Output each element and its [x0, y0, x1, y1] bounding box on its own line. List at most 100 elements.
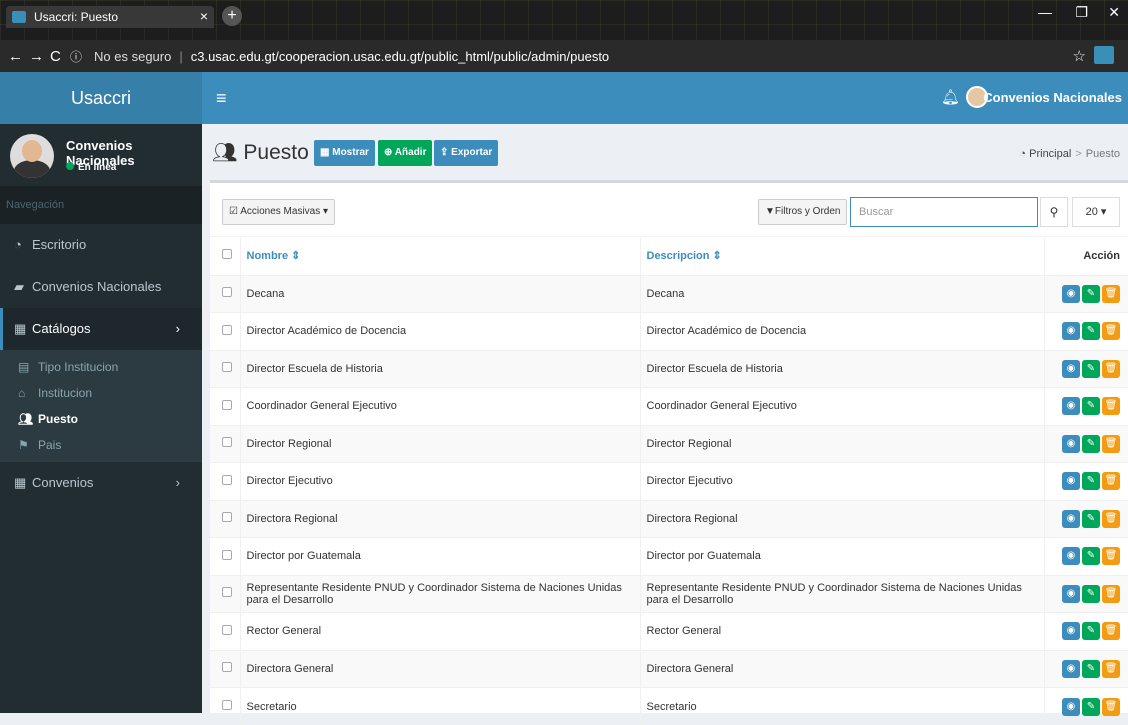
table-header-row: Nombre ⇕ Descripcion ⇕ Acción — [210, 237, 1128, 275]
bank-icon: ⌂ — [18, 380, 38, 406]
address-bar: ←→C ⓘ No es seguro | c3.usac.edu.gt/coop… — [0, 40, 1128, 72]
delete-trash-icon[interactable]: 🗑︎ — [1102, 360, 1120, 378]
delete-trash-icon[interactable]: 🗑︎ — [1102, 472, 1120, 490]
extension-icon[interactable] — [1094, 46, 1114, 64]
bulk-actions-button[interactable]: ☑ Acciones Masivas ▾ — [222, 199, 335, 225]
delete-trash-icon[interactable]: 🗑︎ — [1102, 397, 1120, 415]
delete-trash-icon[interactable]: 🗑︎ — [1102, 585, 1120, 603]
nav-header: Navegación — [0, 186, 202, 224]
menu-toggle-icon[interactable]: ≡ — [216, 88, 227, 109]
edit-pencil-icon[interactable]: ✎ — [1082, 397, 1100, 415]
row-checkbox[interactable] — [222, 550, 232, 560]
row-checkbox[interactable] — [222, 475, 232, 485]
row-checkbox[interactable] — [222, 287, 232, 297]
grid-icon: ▦ — [14, 462, 32, 504]
edit-pencil-icon[interactable]: ✎ — [1082, 510, 1100, 528]
view-eye-icon[interactable]: ◉ — [1062, 660, 1080, 678]
view-eye-icon[interactable]: ◉ — [1062, 622, 1080, 640]
close-tab-icon[interactable]: × — [200, 8, 208, 24]
column-nombre[interactable]: Nombre ⇕ — [240, 237, 640, 275]
row-checkbox[interactable] — [222, 400, 232, 410]
row-checkbox[interactable] — [222, 512, 232, 522]
delete-trash-icon[interactable]: 🗑︎ — [1102, 510, 1120, 528]
row-checkbox[interactable] — [222, 700, 232, 710]
url-text[interactable]: c3.usac.edu.gt/cooperacion.usac.edu.gt/p… — [191, 49, 609, 64]
delete-trash-icon[interactable]: 🗑︎ — [1102, 435, 1120, 453]
view-eye-icon[interactable]: ◉ — [1062, 435, 1080, 453]
new-tab-button[interactable]: + — [222, 6, 242, 26]
view-eye-icon[interactable]: ◉ — [1062, 285, 1080, 303]
mostrar-button[interactable]: ▦ Mostrar — [314, 140, 375, 166]
row-actions: ◉✎🗑︎ — [1044, 538, 1128, 576]
edit-pencil-icon[interactable]: ✎ — [1082, 435, 1100, 453]
search-icon[interactable]: ⚲ — [1040, 197, 1068, 227]
view-eye-icon[interactable]: ◉ — [1062, 397, 1080, 415]
column-descripcion[interactable]: Descripcion ⇕ — [640, 237, 1044, 275]
row-checkbox[interactable] — [222, 437, 232, 447]
edit-pencil-icon[interactable]: ✎ — [1082, 547, 1100, 565]
sidebar-item-convenios-nacionales[interactable]: ▰Convenios Nacionales — [0, 266, 202, 308]
bookmark-star-icon[interactable]: ☆ — [1073, 47, 1086, 65]
view-eye-icon[interactable]: ◉ — [1062, 510, 1080, 528]
view-eye-icon[interactable]: ◉ — [1062, 472, 1080, 490]
delete-trash-icon[interactable]: 🗑︎ — [1102, 547, 1120, 565]
edit-pencil-icon[interactable]: ✎ — [1082, 472, 1100, 490]
sidebar-item-convenios[interactable]: ▦Convenios› — [0, 462, 202, 504]
edit-pencil-icon[interactable]: ✎ — [1082, 360, 1100, 378]
delete-trash-icon[interactable]: 🗑︎ — [1102, 322, 1120, 340]
row-checkbox[interactable] — [222, 325, 232, 335]
table-row: Director EjecutivoDirector Ejecutivo◉✎🗑︎ — [210, 463, 1128, 501]
delete-trash-icon[interactable]: 🗑︎ — [1102, 622, 1120, 640]
row-actions: ◉✎🗑︎ — [1044, 463, 1128, 501]
cell-descripcion: Director Regional — [640, 425, 1044, 463]
cell-descripcion: Director Académico de Docencia — [640, 313, 1044, 351]
row-checkbox[interactable] — [222, 625, 232, 635]
maximize-icon[interactable]: ❐ — [1075, 4, 1088, 21]
minimize-icon[interactable]: — — [1038, 4, 1052, 20]
add-button[interactable]: ⊕ Añadir — [378, 140, 432, 166]
breadcrumb-home[interactable]: Principal — [1029, 148, 1071, 160]
sidebar-subitem-puesto[interactable]: 👥︎Puesto — [0, 406, 202, 432]
edit-pencil-icon[interactable]: ✎ — [1082, 322, 1100, 340]
row-checkbox[interactable] — [222, 662, 232, 672]
edit-pencil-icon[interactable]: ✎ — [1082, 285, 1100, 303]
export-button[interactable]: ⇪ Exportar — [434, 140, 498, 166]
sidebar-item-escritorio[interactable]: ◔Escritorio — [0, 224, 202, 266]
sidebar-subitem-pais[interactable]: ⚑Pais — [0, 432, 202, 458]
view-eye-icon[interactable]: ◉ — [1062, 360, 1080, 378]
user-menu-name[interactable]: Convenios Nacionales — [983, 90, 1122, 105]
sidebar-item-catalogos[interactable]: ▦Catálogos› — [0, 308, 202, 350]
delete-trash-icon[interactable]: 🗑︎ — [1102, 285, 1120, 303]
sidebar-subitem-tipo-institucion[interactable]: ▤Tipo Institucion — [0, 354, 202, 380]
select-all-checkbox[interactable] — [222, 249, 232, 259]
user-status: En línea — [66, 162, 116, 173]
grid-icon: ▦ — [14, 308, 32, 350]
subitem-label: Tipo Institucion — [38, 360, 118, 374]
view-eye-icon[interactable]: ◉ — [1062, 585, 1080, 603]
view-eye-icon[interactable]: ◉ — [1062, 322, 1080, 340]
filters-button[interactable]: ▼Filtros y Orden — [758, 199, 847, 225]
edit-pencil-icon[interactable]: ✎ — [1082, 660, 1100, 678]
edit-pencil-icon[interactable]: ✎ — [1082, 622, 1100, 640]
browser-tab[interactable]: Usaccri: Puesto × — [6, 6, 214, 28]
edit-pencil-icon[interactable]: ✎ — [1082, 585, 1100, 603]
chevron-right-icon: › — [176, 308, 180, 350]
nav-buttons[interactable]: ←→C — [0, 48, 70, 65]
app-logo[interactable]: Usaccri — [0, 72, 202, 124]
bell-icon[interactable]: 🔔︎ — [941, 88, 960, 106]
table-row: SecretarioSecretario◉✎🗑︎ — [210, 688, 1128, 725]
sidebar-subitem-institucion[interactable]: ⌂Institucion — [0, 380, 202, 406]
view-eye-icon[interactable]: ◉ — [1062, 547, 1080, 565]
row-checkbox[interactable] — [222, 587, 232, 597]
search-input[interactable] — [850, 197, 1038, 227]
breadcrumb-current: Puesto — [1086, 148, 1120, 160]
info-icon[interactable]: ⓘ — [70, 48, 82, 65]
per-page-select[interactable]: 20 ▾ — [1072, 197, 1120, 227]
window-close-icon[interactable]: ✕ — [1108, 4, 1120, 21]
delete-trash-icon[interactable]: 🗑︎ — [1102, 660, 1120, 678]
cell-nombre: Director Ejecutivo — [240, 463, 640, 501]
cell-descripcion: Directora Regional — [640, 500, 1044, 538]
row-checkbox[interactable] — [222, 362, 232, 372]
page-title: 👥︎Puesto — [212, 140, 309, 165]
table-row: Director por GuatemalaDirector por Guate… — [210, 538, 1128, 576]
